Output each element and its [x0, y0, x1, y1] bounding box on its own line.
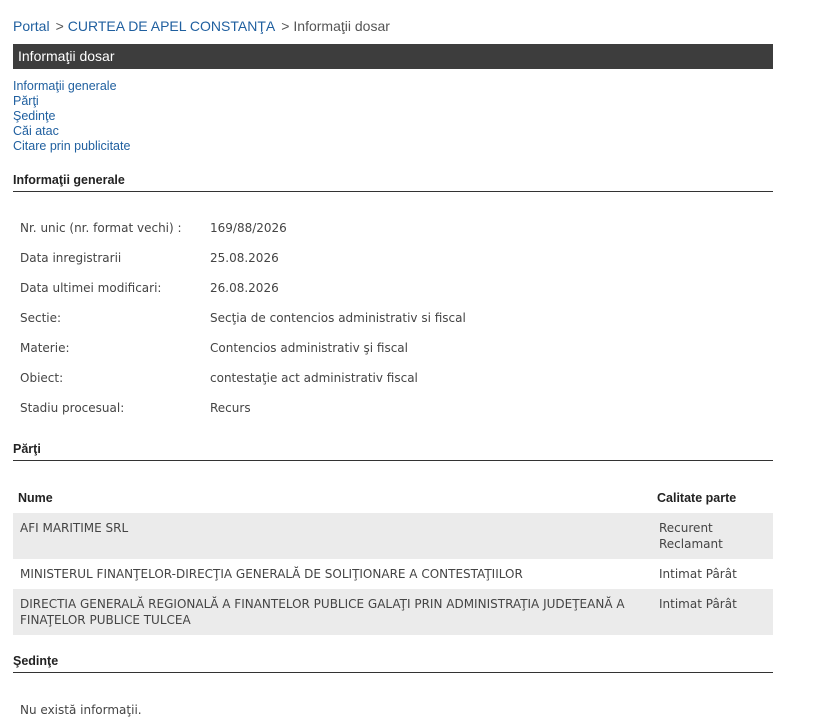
party-role-line: Recurent: [659, 521, 713, 535]
info-value: 25.08.2026: [210, 251, 279, 265]
table-header-row: Nume Calitate parte: [13, 482, 773, 513]
hearings-section-header: Şedinţe: [13, 654, 773, 673]
party-role: Recurent Reclamant: [655, 513, 773, 559]
info-value: contestaţie act administrativ fiscal: [210, 371, 418, 385]
info-row: Materie: Contencios administrativ şi fis…: [13, 333, 773, 363]
breadcrumb-current: Informaţii dosar: [293, 18, 390, 34]
breadcrumb-court-link[interactable]: CURTEA DE APEL CONSTANŢA: [68, 18, 275, 34]
party-role-line: Reclamant: [659, 537, 723, 551]
nav-link-general-info[interactable]: Informaţii generale: [13, 79, 130, 94]
table-row: DIRECTIA GENERALĂ REGIONALĂ A FINANTELOR…: [13, 589, 773, 635]
info-value: Recurs: [210, 401, 251, 415]
nav-link-hearings[interactable]: Şedinţe: [13, 109, 130, 124]
breadcrumb-separator: >: [281, 18, 290, 34]
party-name: MINISTERUL FINANŢELOR-DIRECŢIA GENERALĂ …: [20, 567, 523, 581]
info-label: Data inregistrarii: [20, 251, 122, 265]
info-label: Sectie:: [20, 311, 62, 325]
info-label: Obiect:: [20, 371, 64, 385]
page-title-bar: Informaţii dosar: [13, 44, 773, 69]
info-label: Stadiu procesual:: [20, 401, 125, 415]
info-row: Sectie: Secţia de contencios administrat…: [13, 303, 773, 333]
info-value: Secţia de contencios administrativ si fi…: [210, 311, 466, 325]
section-nav: Informaţii generale Părţi Şedinţe Căi at…: [13, 79, 130, 154]
info-row: Stadiu procesual: Recurs: [13, 393, 773, 423]
hearings-empty-text: Nu există informaţii.: [20, 703, 142, 717]
party-name: AFI MARITIME SRL: [13, 513, 655, 559]
party-name: DIRECTIA GENERALĂ REGIONALĂ A FINANTELOR…: [13, 589, 655, 635]
info-label: Materie:: [20, 341, 70, 355]
info-label: Nr. unic (nr. format vechi) :: [20, 221, 182, 235]
info-value: Contencios administrativ şi fiscal: [210, 341, 408, 355]
column-header-name: Nume: [18, 490, 53, 505]
nav-link-parties[interactable]: Părţi: [13, 94, 130, 109]
parties-table: Nume Calitate parte AFI MARITIME SRL Rec…: [13, 482, 773, 635]
general-info-section-header: Informaţii generale: [13, 173, 773, 192]
column-header-role: Calitate parte: [657, 490, 737, 505]
info-value: 26.08.2026: [210, 281, 279, 295]
breadcrumb-separator: >: [55, 18, 64, 34]
nav-link-publicity-summons[interactable]: Citare prin publicitate: [13, 139, 130, 154]
parties-section-header: Părţi: [13, 442, 773, 461]
info-row: Nr. unic (nr. format vechi) : 169/88/202…: [13, 213, 773, 243]
nav-link-appeals[interactable]: Căi atac: [13, 124, 130, 139]
breadcrumb: Portal > CURTEA DE APEL CONSTANŢA > Informaţ…: [13, 18, 390, 34]
breadcrumb-portal-link[interactable]: Portal: [13, 18, 50, 34]
info-value: 169/88/2026: [210, 221, 287, 235]
general-info-table: Nr. unic (nr. format vechi) : 169/88/202…: [13, 213, 773, 423]
info-row: Data ultimei modificari: 26.08.2026: [13, 273, 773, 303]
info-label: Data ultimei modificari:: [20, 281, 162, 295]
party-role: Intimat Pârât: [655, 589, 773, 635]
table-row: MINISTERUL FINANŢELOR-DIRECŢIA GENERALĂ …: [13, 559, 773, 589]
table-row: AFI MARITIME SRL Recurent Reclamant: [13, 513, 773, 559]
info-row: Obiect: contestaţie act administrativ fi…: [13, 363, 773, 393]
party-role: Intimat Pârât: [659, 567, 737, 581]
info-row: Data inregistrarii 25.08.2026: [13, 243, 773, 273]
